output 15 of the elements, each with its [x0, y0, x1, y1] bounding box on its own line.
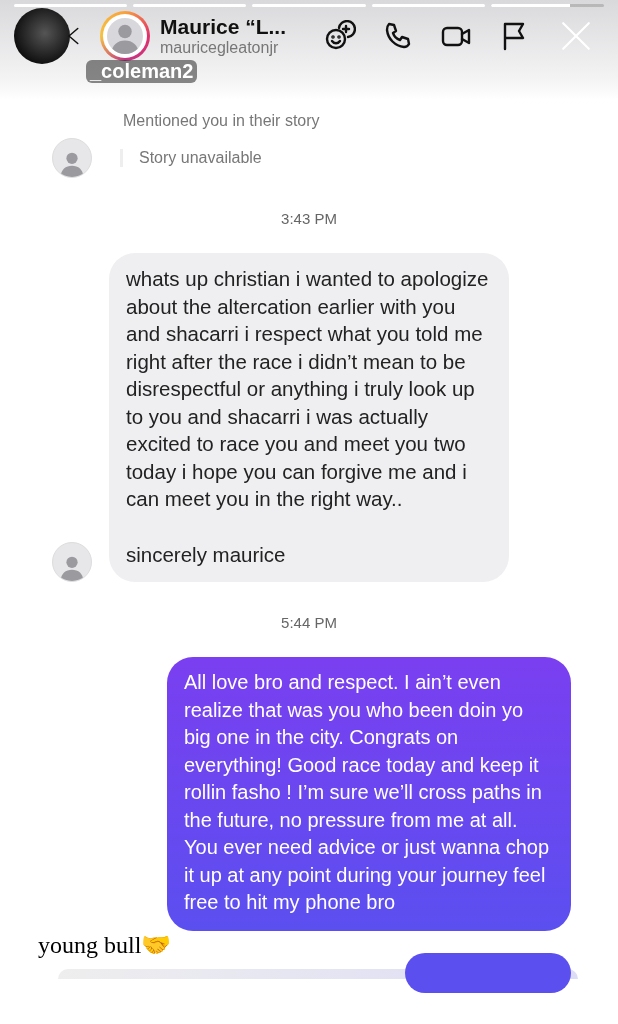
- message-text: sincerely maurice: [126, 541, 287, 568]
- timestamp: 5:44 PM: [281, 614, 337, 631]
- story-status: Story unavailable: [120, 149, 262, 167]
- avatar: [52, 542, 92, 582]
- message-text: whats up christian i wanted to apologize about the altercation earlier with you and shacarri i respect what you told me right after the race i didn’t mean to be disrespectful or anything i truly look up to you and shacarri i was actually excited to race you and meet you two today i hope you can forgive me and i can meet you in the right way..: [126, 266, 490, 512]
- avatar: [52, 138, 92, 178]
- emoji-add-icon[interactable]: [324, 20, 356, 52]
- story-username: _coleman2: [86, 60, 198, 83]
- message-text: All love bro and respect. I ain’t even realize that was you who been doin yo big one in the city. Congrats on everything! Good race today and keep it rollin fasho ! I’m sure we’ll cross paths in the future, no pressure from me at all. You ever need advice or just wanna chop it up at any point during your journey feel free to hit my phone bro: [184, 670, 551, 915]
- contact-name: Maurice “L...: [160, 15, 288, 39]
- timestamp: 3:43 PM: [281, 210, 337, 227]
- contact-handle: mauricegleatonjr: [160, 39, 280, 57]
- mention-note: Mentioned you in their story: [123, 112, 320, 129]
- caption: young bull🤝: [38, 931, 172, 958]
- avatar[interactable]: [14, 8, 70, 64]
